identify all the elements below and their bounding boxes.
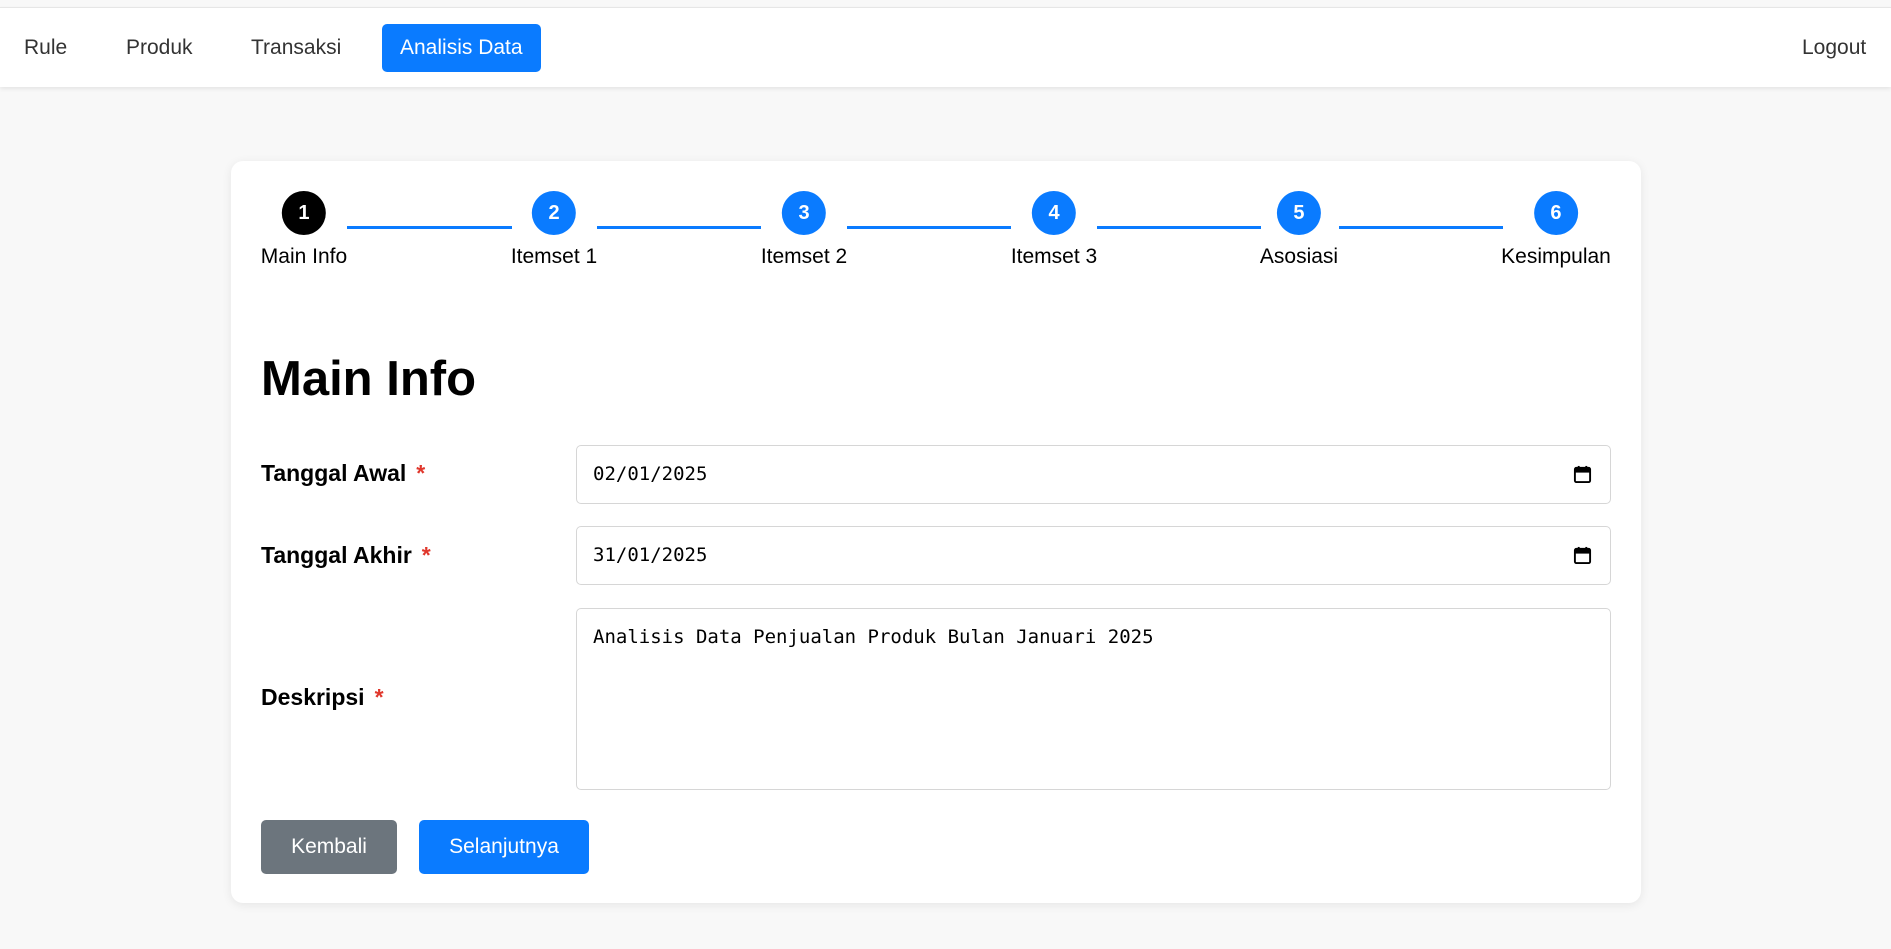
- step-connector: [847, 226, 1011, 229]
- step-number: 1: [281, 191, 326, 235]
- top-navbar: Rule Produk Transaksi Analisis Data Logo…: [0, 7, 1891, 87]
- kembali-button[interactable]: Kembali: [261, 820, 397, 874]
- tanggal-awal-label-text: Tanggal Awal: [261, 460, 407, 486]
- deskripsi-textarea[interactable]: Analisis Data Penjualan Produk Bulan Jan…: [576, 608, 1611, 790]
- step-itemset-1[interactable]: 2 Itemset 1: [511, 191, 597, 269]
- step-number: 5: [1276, 191, 1321, 235]
- step-kesimpulan[interactable]: 6 Kesimpulan: [1501, 191, 1611, 269]
- step-label: Itemset 2: [760, 245, 848, 268]
- calendar-icon[interactable]: [1573, 546, 1592, 565]
- step-itemset-2[interactable]: 3 Itemset 2: [761, 191, 847, 269]
- calendar-icon[interactable]: [1573, 465, 1592, 484]
- tanggal-akhir-label: Tanggal Akhir *: [261, 542, 431, 569]
- step-number: 3: [782, 191, 826, 235]
- nav-item-transaksi[interactable]: Transaksi: [251, 24, 341, 72]
- nav-item-produk[interactable]: Produk: [126, 24, 193, 72]
- tanggal-awal-value: 02/01/2025: [593, 463, 708, 485]
- step-connector: [1339, 226, 1503, 229]
- step-connector: [1097, 226, 1261, 229]
- step-label: Main Info: [260, 245, 348, 268]
- step-label: Kesimpulan: [1501, 245, 1611, 268]
- logout-link[interactable]: Logout: [1802, 24, 1866, 72]
- step-label: Asosiasi: [1259, 245, 1339, 268]
- nav-item-analisis-data[interactable]: Analisis Data: [382, 24, 541, 72]
- deskripsi-label: Deskripsi *: [261, 684, 384, 711]
- step-connector: [597, 226, 761, 229]
- step-number: 4: [1032, 191, 1076, 235]
- required-marker: *: [374, 684, 384, 710]
- tanggal-akhir-label-text: Tanggal Akhir: [261, 542, 412, 568]
- step-label: Itemset 3: [1010, 245, 1098, 268]
- selanjutnya-button[interactable]: Selanjutnya: [419, 820, 589, 874]
- required-marker: *: [421, 542, 431, 568]
- wizard-card: 1 Main Info 2 Itemset 1 3 Itemset 2 4 It…: [231, 161, 1641, 903]
- step-number: 2: [532, 191, 576, 235]
- tanggal-akhir-value: 31/01/2025: [593, 544, 708, 566]
- step-label: Itemset 1: [510, 245, 598, 268]
- required-marker: *: [416, 460, 426, 486]
- step-asosiasi[interactable]: 5 Asosiasi: [1260, 191, 1338, 269]
- step-itemset-3[interactable]: 4 Itemset 3: [1011, 191, 1097, 269]
- step-main-info[interactable]: 1 Main Info: [261, 191, 347, 269]
- form-title: Main Info: [261, 352, 477, 406]
- tanggal-awal-input[interactable]: 02/01/2025: [576, 445, 1611, 504]
- tanggal-akhir-input[interactable]: 31/01/2025: [576, 526, 1611, 585]
- tanggal-awal-label: Tanggal Awal *: [261, 460, 425, 487]
- step-number: 6: [1533, 191, 1578, 235]
- deskripsi-label-text: Deskripsi: [261, 684, 365, 710]
- step-connector: [347, 226, 512, 229]
- nav-item-rule[interactable]: Rule: [24, 24, 67, 72]
